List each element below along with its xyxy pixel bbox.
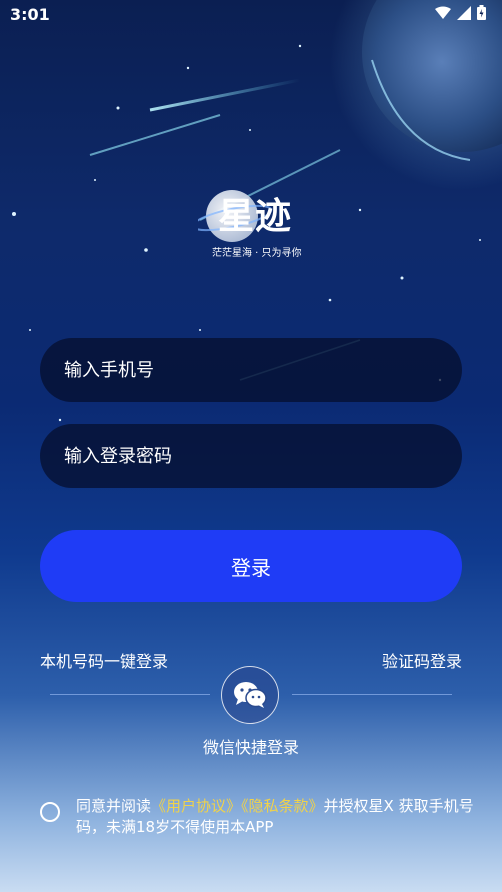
divider-left	[50, 694, 210, 695]
password-field[interactable]	[40, 424, 462, 488]
wechat-login-label: 微信快捷登录	[202, 738, 299, 757]
one-click-login-link[interactable]: 本机号码一键登录	[40, 648, 168, 672]
agreement-prefix: 同意并阅读	[76, 797, 152, 815]
signal-icon	[457, 5, 471, 20]
login-button[interactable]: 登录	[40, 530, 462, 602]
password-input[interactable]	[62, 444, 426, 468]
status-time: 3:01	[10, 5, 50, 24]
divider-right	[292, 694, 452, 695]
agreement-radio[interactable]	[40, 802, 60, 822]
phone-field[interactable]	[40, 338, 462, 402]
user-agreement-link[interactable]: 《用户协议》	[151, 797, 241, 815]
privacy-policy-link[interactable]: 《隐私条款》	[241, 797, 324, 815]
code-login-link[interactable]: 验证码登录	[382, 648, 462, 672]
battery-icon	[477, 5, 486, 20]
phone-input[interactable]	[62, 358, 426, 382]
wechat-login-button[interactable]	[221, 666, 279, 724]
status-icons	[435, 5, 486, 20]
wechat-icon	[234, 682, 267, 708]
agreement-text: 同意并阅读《用户协议》《隐私条款》并授权星X 获取手机号码，未满18岁不得使用本…	[76, 796, 476, 838]
status-bar: 3:01	[0, 0, 502, 28]
logo-title: 星迹	[218, 195, 293, 237]
wifi-icon	[435, 6, 451, 19]
logo-slogan: 茫茫星海 · 只为寻你	[212, 248, 302, 259]
